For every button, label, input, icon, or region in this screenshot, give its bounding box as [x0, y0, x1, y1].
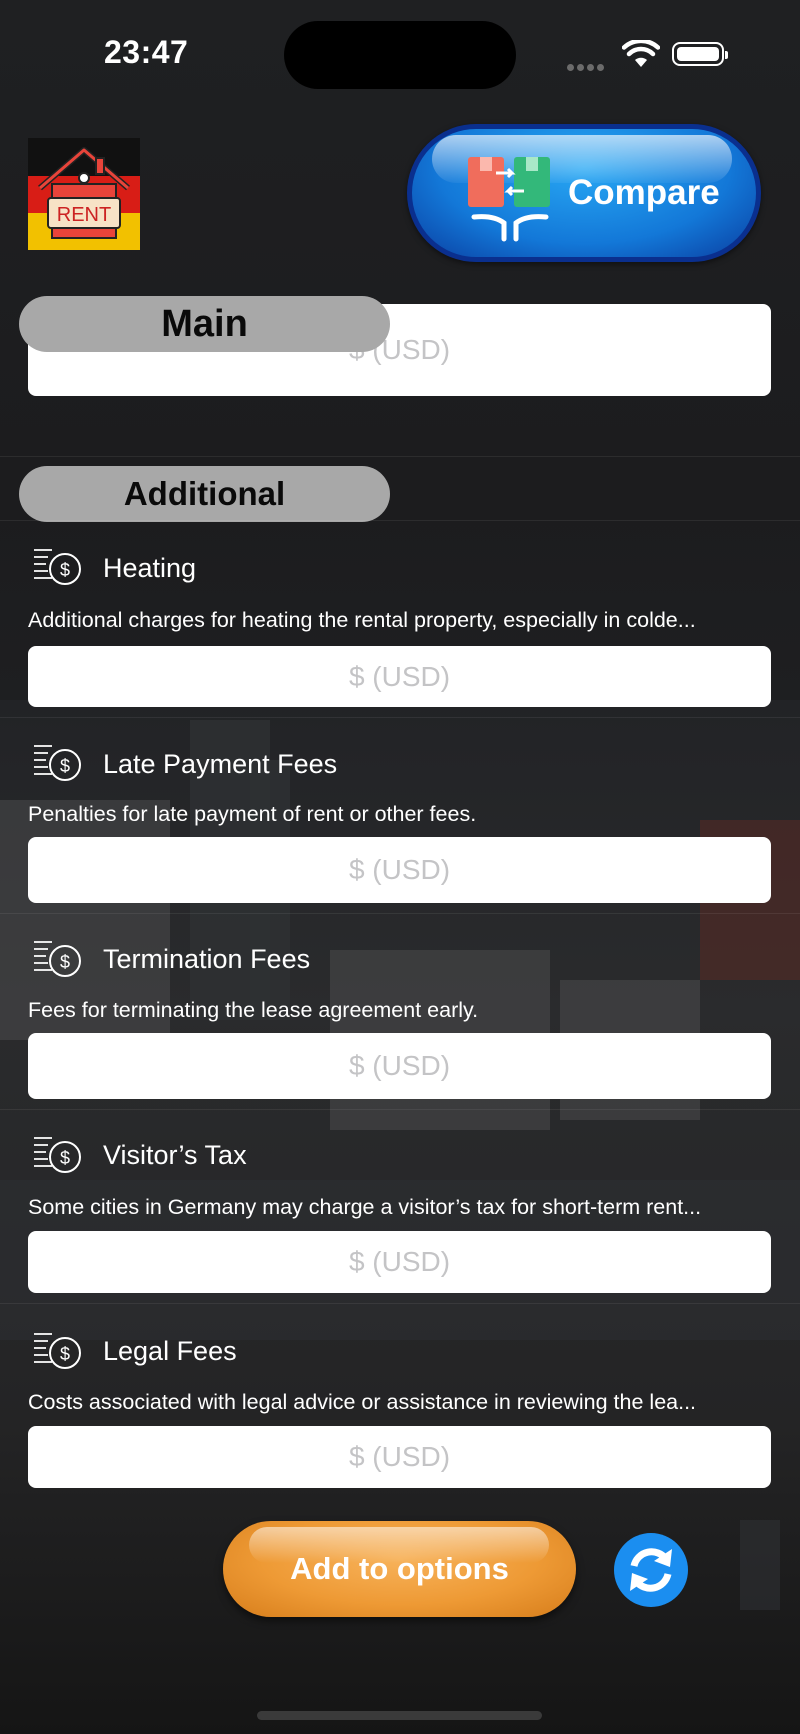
cellular-signal-icon [567, 58, 607, 76]
battery-icon [672, 42, 728, 66]
refresh-button[interactable] [614, 1533, 688, 1607]
compare-label: Compare [568, 173, 720, 212]
termination-fees-input[interactable] [28, 1033, 771, 1099]
heating-description: Additional charges for heating the renta… [28, 608, 696, 632]
visitors-tax-title: Visitor’s Tax [103, 1140, 247, 1170]
home-indicator [257, 1711, 542, 1720]
svg-text:$: $ [60, 1344, 70, 1364]
divider [0, 1109, 800, 1110]
additional-section-title: Additional [19, 466, 390, 522]
fee-list-dollar-icon: $ [34, 941, 81, 977]
add-to-options-button[interactable]: Add to options [223, 1521, 576, 1617]
divider [0, 717, 800, 718]
divider [0, 456, 800, 457]
late-payment-fees-title: Late Payment Fees [103, 749, 338, 779]
legal-fees-input[interactable] [28, 1426, 771, 1488]
dynamic-island [284, 21, 516, 89]
status-time: 23:47 [104, 34, 189, 70]
compare-button[interactable]: Compare [407, 124, 761, 262]
svg-text:$: $ [60, 952, 70, 972]
refresh-icon [630, 1548, 672, 1592]
add-to-options-label: Add to options [290, 1551, 509, 1586]
compare-boxes-icon [468, 157, 550, 242]
status-bar: 23:47 [0, 0, 800, 100]
rent-house-icon: RENT [38, 147, 130, 239]
app-logo[interactable]: RENT [28, 138, 140, 250]
svg-text:RENT: RENT [57, 204, 111, 226]
fee-list-dollar-icon: $ [34, 1137, 81, 1173]
late-payment-fees-input[interactable] [28, 837, 771, 903]
visitors-tax-description: Some cities in Germany may charge a visi… [28, 1195, 702, 1219]
main-section-title: Main [19, 296, 390, 352]
legal-fees-description: Costs associated with legal advice or as… [28, 1390, 697, 1414]
svg-text:$: $ [60, 756, 70, 776]
divider [0, 913, 800, 914]
svg-text:$: $ [60, 560, 70, 580]
fee-list-dollar-icon: $ [34, 549, 81, 585]
svg-text:$: $ [60, 1148, 70, 1168]
visitors-tax-input[interactable] [28, 1231, 771, 1293]
fee-list-dollar-icon: $ [34, 1333, 81, 1369]
legal-fees-title: Legal Fees [103, 1336, 237, 1366]
fee-list-dollar-icon: $ [34, 745, 81, 781]
divider [0, 1303, 800, 1304]
heating-input[interactable] [28, 646, 771, 707]
divider [0, 520, 800, 521]
late-payment-fees-description: Penalties for late payment of rent or ot… [28, 802, 477, 826]
heating-title: Heating [103, 553, 197, 583]
termination-fees-description: Fees for terminating the lease agreement… [28, 998, 479, 1022]
wifi-icon [622, 40, 660, 67]
termination-fees-title: Termination Fees [103, 944, 311, 974]
